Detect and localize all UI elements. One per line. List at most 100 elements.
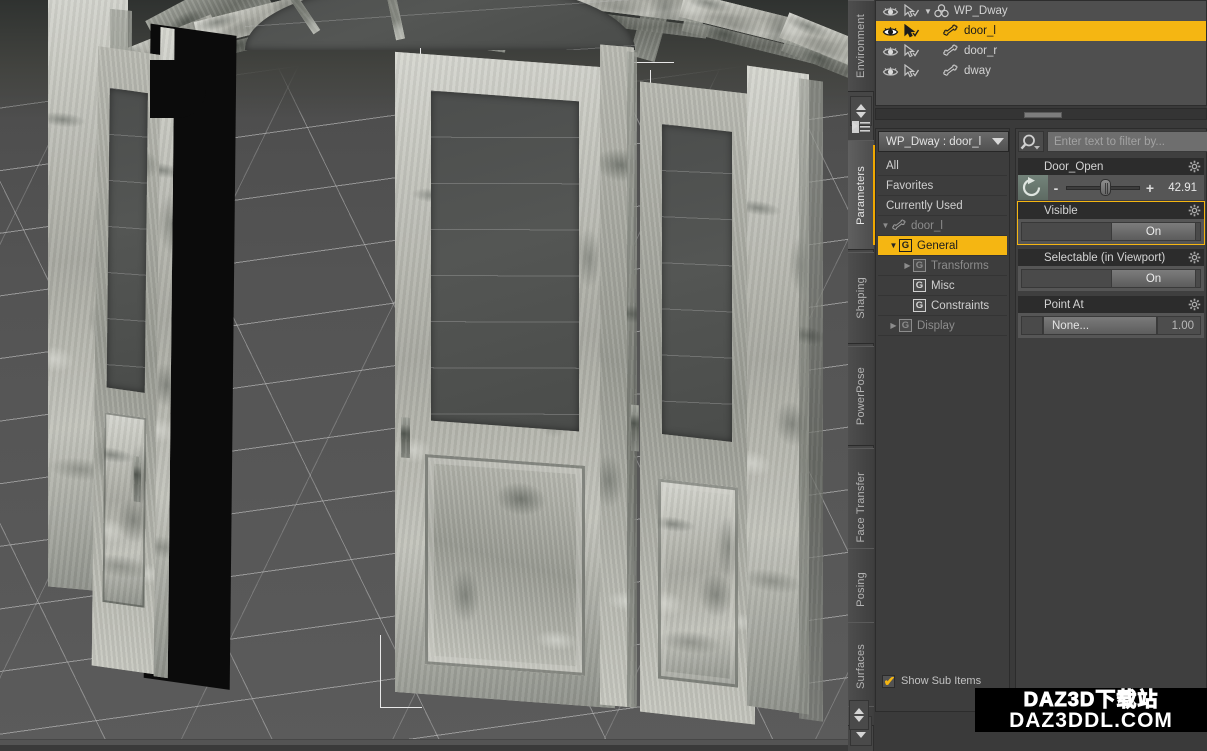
property-name: Point At bbox=[1044, 299, 1084, 311]
disclosure-triangle-icon[interactable]: ▼ bbox=[888, 241, 899, 250]
scene-row-wp-dway[interactable]: ▼ WP_Dway bbox=[876, 1, 1206, 21]
param-label: door_l bbox=[911, 220, 943, 232]
tab-label: Parameters bbox=[855, 166, 867, 225]
group-letter-icon: G bbox=[913, 279, 926, 292]
param-filter-favorites[interactable]: Favorites bbox=[878, 176, 1007, 196]
param-label: Constraints bbox=[931, 300, 989, 312]
door-leaf-main bbox=[395, 52, 615, 708]
point-at-value[interactable]: 1.00 bbox=[1157, 316, 1201, 335]
tab-surfaces[interactable]: Surfaces bbox=[848, 622, 874, 712]
scroll-down-icon[interactable] bbox=[854, 716, 864, 722]
door-leaf-side-lower-panel bbox=[658, 478, 738, 687]
property-name: Door_Open bbox=[1044, 161, 1103, 173]
node-selector-combobox[interactable]: WP_Dway : door_l bbox=[878, 131, 1009, 152]
disclosure-triangle-icon[interactable]: ▶ bbox=[888, 321, 899, 330]
point-at-control[interactable]: None... 1.00 bbox=[1018, 313, 1204, 338]
gear-icon[interactable] bbox=[1188, 251, 1201, 264]
scroll-down-icon[interactable] bbox=[856, 732, 866, 738]
checkbox-checked-icon[interactable] bbox=[882, 675, 895, 688]
filter-row bbox=[1018, 131, 1204, 152]
gear-icon[interactable] bbox=[1188, 160, 1201, 173]
slider-decrement-button[interactable]: - bbox=[1048, 180, 1064, 196]
param-group-constraints[interactable]: G Constraints bbox=[878, 296, 1007, 316]
left-door-top-wedge bbox=[150, 60, 206, 118]
disclosure-triangle-icon[interactable]: ▶ bbox=[902, 261, 913, 270]
parameters-pane-scroll-arrows[interactable] bbox=[849, 700, 869, 730]
scroll-up-icon[interactable] bbox=[856, 104, 866, 110]
slider-track[interactable] bbox=[1064, 175, 1142, 200]
slider-value[interactable]: 42.91 bbox=[1158, 182, 1204, 194]
param-group-transforms[interactable]: ▶ G Transforms bbox=[878, 256, 1007, 276]
scene-row-dway[interactable]: dway bbox=[876, 61, 1206, 81]
scene-row-door-l[interactable]: door_l bbox=[876, 21, 1206, 41]
tab-powerpose[interactable]: PowerPose bbox=[848, 346, 874, 446]
door-leaf-main-glass bbox=[431, 91, 579, 432]
tab-label: PowerPose bbox=[855, 367, 867, 425]
scrollbar-thumb[interactable] bbox=[1024, 112, 1062, 118]
property-door-open: Door_Open bbox=[1018, 158, 1204, 200]
scene-row-door-r[interactable]: door_r bbox=[876, 41, 1206, 61]
toggle-on-button[interactable]: On bbox=[1111, 222, 1196, 241]
toggle-on-button[interactable]: On bbox=[1111, 269, 1196, 288]
point-at-pad bbox=[1021, 316, 1043, 335]
selectable-cursor-icon[interactable] bbox=[903, 24, 920, 38]
search-icon[interactable] bbox=[1018, 131, 1044, 152]
door-leaf-side bbox=[640, 81, 755, 724]
group-letter-icon: G bbox=[899, 239, 912, 252]
param-group-misc[interactable]: G Misc bbox=[878, 276, 1007, 296]
param-label: Display bbox=[917, 320, 955, 332]
point-at-target-button[interactable]: None... bbox=[1043, 316, 1157, 335]
tab-parameters[interactable]: Parameters bbox=[848, 140, 874, 250]
property-point-at: Point At bbox=[1018, 296, 1204, 338]
selectable-cursor-icon[interactable] bbox=[903, 64, 920, 78]
selectable-cursor-icon[interactable] bbox=[903, 44, 920, 58]
eye-visibility-icon[interactable] bbox=[882, 45, 899, 58]
scroll-up-icon[interactable] bbox=[854, 708, 864, 714]
param-group-general[interactable]: ▼ G General bbox=[878, 236, 1007, 256]
param-node-door-l[interactable]: ▼ door_l bbox=[878, 216, 1007, 236]
group-letter-icon: G bbox=[913, 299, 926, 312]
param-filter-currently-used[interactable]: Currently Used bbox=[878, 196, 1007, 216]
scene-item-label: dway bbox=[964, 65, 991, 77]
gear-icon[interactable] bbox=[1188, 204, 1201, 217]
visible-toggle[interactable]: On bbox=[1018, 219, 1204, 244]
tab-label: Shaping bbox=[855, 277, 867, 319]
panel-options-menu-icon[interactable] bbox=[851, 118, 871, 136]
dial-reset-icon[interactable] bbox=[1018, 175, 1048, 200]
eye-visibility-icon[interactable] bbox=[882, 25, 899, 38]
right-door-group bbox=[395, 60, 795, 745]
chevron-down-icon[interactable] bbox=[992, 138, 1004, 145]
selectable-cursor-icon[interactable] bbox=[903, 4, 920, 18]
bone-icon bbox=[942, 64, 959, 78]
param-label: Transforms bbox=[931, 260, 989, 272]
slider-increment-button[interactable]: + bbox=[1142, 180, 1158, 196]
property-pane: Door_Open bbox=[1015, 128, 1207, 712]
door-handle-center bbox=[631, 405, 639, 452]
tab-label: Surfaces bbox=[855, 644, 867, 689]
disclosure-triangle-icon[interactable]: ▼ bbox=[880, 221, 891, 230]
eye-visibility-icon[interactable] bbox=[882, 5, 899, 18]
scene-pane[interactable]: ▼ WP_Dway bbox=[875, 0, 1207, 106]
group-icon bbox=[934, 4, 949, 18]
eye-visibility-icon[interactable] bbox=[882, 65, 899, 78]
tab-environment[interactable]: Environment bbox=[848, 0, 874, 92]
param-label: Misc bbox=[931, 280, 955, 292]
scene-pane-horizontal-scrollbar[interactable] bbox=[875, 108, 1207, 120]
gear-icon[interactable] bbox=[1188, 298, 1201, 311]
param-group-display[interactable]: ▶ G Display bbox=[878, 316, 1007, 336]
group-letter-icon: G bbox=[913, 259, 926, 272]
filter-input[interactable] bbox=[1047, 131, 1207, 152]
tab-label: Face Transfer bbox=[855, 472, 867, 542]
tab-shaping[interactable]: Shaping bbox=[848, 252, 874, 344]
property-header: Point At bbox=[1018, 296, 1204, 313]
slider-knob[interactable] bbox=[1100, 179, 1111, 196]
parameters-tree-pane: WP_Dway : door_l All Favorites Currently… bbox=[875, 128, 1010, 712]
tab-posing[interactable]: Posing bbox=[848, 548, 874, 630]
disclosure-triangle-icon[interactable]: ▼ bbox=[923, 7, 933, 16]
selectable-toggle[interactable]: On bbox=[1018, 266, 1204, 291]
show-sub-items-checkbox[interactable]: Show Sub Items bbox=[878, 671, 1009, 691]
param-filter-all[interactable]: All bbox=[878, 156, 1007, 176]
param-label: All bbox=[886, 160, 899, 172]
scene-item-label: door_r bbox=[964, 45, 997, 57]
3d-viewport[interactable] bbox=[0, 0, 848, 745]
